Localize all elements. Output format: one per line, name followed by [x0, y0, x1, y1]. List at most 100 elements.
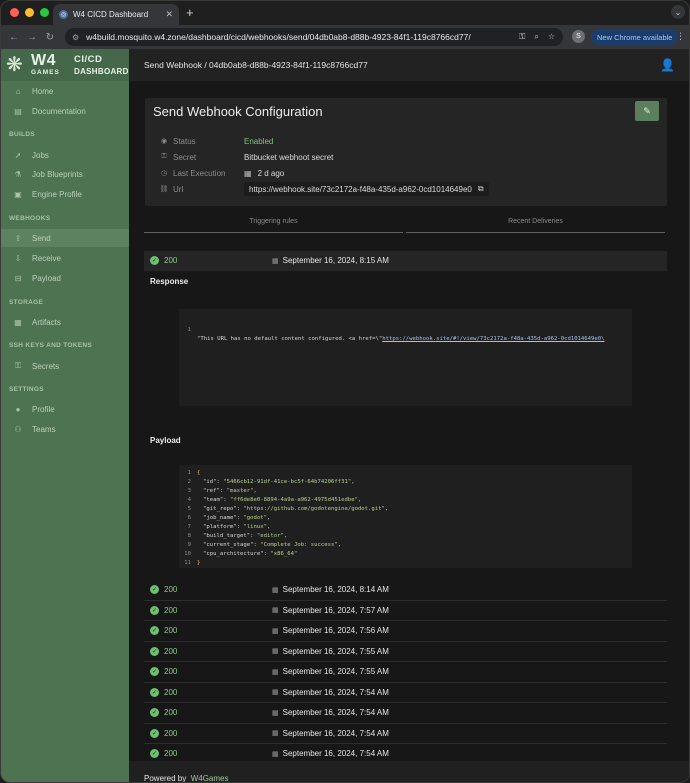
profile-avatar[interactable]: S — [572, 30, 585, 43]
calendar-icon: ▦ — [272, 709, 279, 717]
delivery-row[interactable]: ✓ 200 ▦ September 16, 2024, 7:54 AM — [144, 683, 667, 703]
browser-menu-icon[interactable]: ⋮ — [676, 31, 685, 42]
sidebar-item-home[interactable]: ⌂ Home — [1, 82, 129, 100]
footer-link[interactable]: W4Games — [191, 774, 229, 782]
key-icon[interactable]: ⚿ — [519, 32, 525, 42]
tab-search-icon[interactable]: ⌄ — [671, 5, 685, 19]
key-icon: ⚿ — [161, 153, 167, 160]
payload-line: 6 "job_name": "godot", — [179, 514, 632, 523]
browser-window: ◎ W4 CICD Dashboard ✕ + ⌄ ← → ↻ ⚙ w4buil… — [0, 0, 690, 783]
response-code-box[interactable]: 1 "This URL has no default content confi… — [179, 309, 632, 406]
delivery-row[interactable]: ✓ 200 ▦ September 16, 2024, 8:14 AM — [144, 580, 667, 600]
zoom-icon[interactable]: ⌕ — [534, 32, 538, 42]
sidebar-item-teams[interactable]: ⚇ Teams — [1, 420, 129, 438]
logo-w4: W4 — [31, 52, 56, 69]
check-icon: ✓ — [150, 256, 159, 265]
delivery-row[interactable]: ✓ 200 ▦ September 16, 2024, 7:55 AM — [144, 662, 667, 682]
payload-text: "team": "ff6de8e0-8894-4a9a-a962-4975d45… — [203, 497, 362, 503]
sidebar-item-secrets[interactable]: ⚿ Secrets — [1, 357, 129, 375]
delivery-row[interactable]: ✓ 200 ▦ September 16, 2024, 7:55 AM — [144, 642, 667, 662]
sidebar-item-payload[interactable]: ⊟ Payload — [1, 269, 129, 287]
payload-text: "current_stage": "Complete Job: success"… — [203, 542, 342, 548]
delivery-date: ▦ September 16, 2024, 8:15 AM — [272, 256, 389, 265]
calendar-icon: ▦ — [244, 168, 252, 178]
key-icon: ⚿ — [14, 361, 22, 370]
sidebar-item-receive[interactable]: ⇩ Receive — [1, 249, 129, 267]
bookmark-star-icon[interactable]: ☆ — [548, 32, 555, 42]
sidebar-item-label: Home — [32, 86, 54, 96]
calendar-icon: ▦ — [272, 730, 279, 737]
sidebar-item-job-blueprints[interactable]: ⚗ Job Blueprints — [1, 165, 129, 183]
status-code: 200 — [164, 708, 178, 717]
close-window-button[interactable] — [10, 8, 19, 17]
clock-icon: ◷ — [160, 170, 168, 177]
section-ssh-keys: SSH KEYS AND TOKENS — [9, 342, 92, 349]
sidebar-item-label: Payload — [32, 273, 61, 283]
sidebar-item-artifacts[interactable]: ▦ Artifacts — [1, 313, 129, 331]
json-key: "team" — [203, 497, 224, 503]
check-icon: ✓ — [150, 667, 159, 676]
url-bar[interactable]: ⚙ w4build.mosquito.w4.zone/dashboard/cic… — [65, 28, 563, 46]
inbox-icon: ⊟ — [14, 273, 22, 283]
payload-text: "platform": "linux", — [203, 524, 271, 530]
delivery-date: ▦ September 16, 2024, 7:54 AM — [272, 688, 389, 697]
sidebar-item-send[interactable]: ⇪ Send — [1, 229, 129, 247]
minimize-window-button[interactable] — [25, 8, 34, 17]
line-number: 8 — [187, 533, 191, 539]
logo-games: GAMES — [31, 69, 60, 76]
sidebar-item-engine-profile[interactable]: ▣ Engine Profile — [1, 185, 129, 203]
browser-tab[interactable]: ◎ W4 CICD Dashboard ✕ — [53, 4, 179, 25]
json-key: "cpu_architecture" — [203, 551, 264, 557]
tab-title: W4 CICD Dashboard — [73, 10, 149, 19]
payload-text: "ref": "master", — [203, 488, 257, 494]
last-execution-text: 2 d ago — [257, 168, 285, 178]
calendar-icon: ▦ — [272, 607, 279, 614]
status-code: 200 — [164, 728, 178, 738]
delivery-row[interactable]: ✓ 200 ▦ September 16, 2024, 7:56 AM — [144, 621, 667, 641]
delivery-row-expanded[interactable]: ✓ 200 ▦ September 16, 2024, 8:15 AM — [144, 251, 667, 271]
response-heading: Response — [150, 277, 189, 286]
upload-icon: ⇪ — [14, 233, 22, 243]
secret-row: ⚿ Secret Bitbucket webhoot secret — [159, 151, 333, 163]
sidebar-item-label: Profile — [32, 404, 55, 414]
reload-icon[interactable]: ↻ — [43, 32, 57, 43]
close-tab-icon[interactable]: ✕ — [165, 9, 173, 20]
delivery-row[interactable]: ✓ 200 ▦ September 16, 2024, 7:54 AM — [144, 703, 667, 723]
brace: } — [197, 560, 201, 566]
json-value: "master" — [226, 488, 254, 494]
payload-line: 1{ — [179, 469, 632, 478]
new-chrome-button[interactable]: New Chrome available — [591, 29, 679, 45]
payload-line: 11} — [179, 559, 632, 568]
delivery-date: ▦ September 16, 2024, 7:56 AM — [272, 626, 389, 635]
delivery-row[interactable]: ✓ 200 ▦ September 16, 2024, 7:54 AM — [144, 724, 667, 744]
payload-text: "cpu_architecture": "x86_64" — [203, 551, 298, 557]
sidebar-item-jobs[interactable]: ➚ Jobs — [1, 146, 129, 164]
back-icon[interactable]: ← — [7, 32, 21, 43]
copy-icon[interactable]: ⧉ — [478, 184, 484, 194]
response-link[interactable]: https://webhook.site/#!/view/73c2172a-f4… — [382, 336, 604, 342]
line-number: 1 — [187, 327, 191, 333]
section-builds: BUILDS — [9, 131, 35, 138]
delivery-row[interactable]: ✓ 200 ▦ September 16, 2024, 7:57 AM — [144, 601, 667, 621]
site-info-icon[interactable]: ⚙ — [72, 33, 79, 42]
delivery-date: ▦ September 16, 2024, 7:55 AM — [272, 667, 389, 676]
sidebar-item-profile[interactable]: ● Profile — [1, 400, 129, 418]
maximize-window-button[interactable] — [40, 8, 49, 17]
json-key: "id" — [203, 479, 217, 485]
payload-code-box[interactable]: 1{2 "id": "5466cb12-91df-41ce-bc5f-64b742… — [179, 465, 632, 568]
sidebar-item-documentation[interactable]: ▤ Documentation — [1, 102, 129, 120]
new-tab-icon[interactable]: + — [186, 5, 194, 20]
forward-icon[interactable]: → — [25, 32, 39, 43]
user-icon[interactable]: 👤 — [660, 58, 675, 72]
delivery-date: ▦ September 16, 2024, 7:54 AM — [272, 708, 389, 717]
logo[interactable]: ❋ W4 GAMES CI/CD DASHBOARD — [1, 49, 129, 81]
config-card: Send Webhook Configuration ✎ ◉ Status En… — [145, 98, 667, 206]
edit-button[interactable]: ✎ — [635, 101, 659, 121]
line-number: 1 — [187, 470, 191, 476]
json-key: "platform" — [203, 524, 237, 530]
sidebar-item-label: Secrets — [32, 361, 60, 371]
delivery-date-text: September 16, 2024, 7:57 AM — [282, 605, 389, 615]
tab-triggering-rules[interactable]: Triggering rules — [144, 213, 403, 233]
tab-recent-deliveries[interactable]: Recent Deliveries — [406, 213, 665, 233]
status-label: Status — [173, 136, 196, 146]
